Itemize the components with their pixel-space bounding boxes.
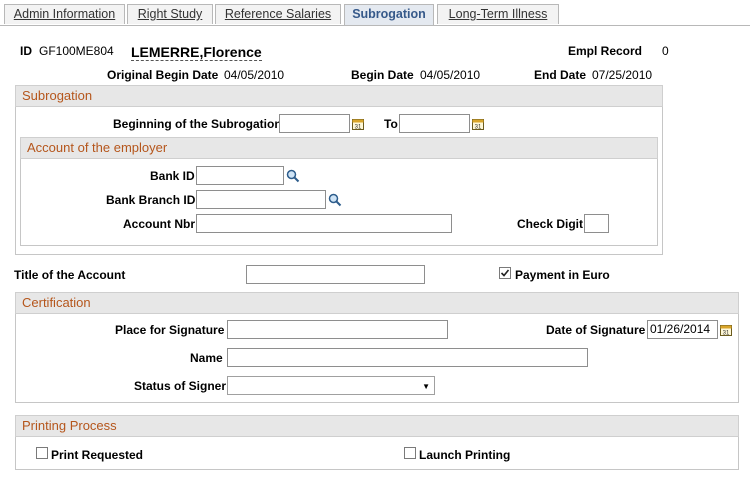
to-input[interactable] [399, 114, 470, 133]
launch-printing-label: Launch Printing [419, 448, 511, 462]
svg-text:31: 31 [355, 125, 362, 131]
place-signature-input[interactable] [227, 320, 448, 339]
lookup-magnifier-icon[interactable] [286, 169, 300, 183]
original-begin-date-label: Original Begin Date [107, 68, 219, 82]
employer-account-header: Account of the employer [20, 137, 658, 159]
status-signer-label: Status of Signer [134, 379, 227, 393]
check-digit-label: Check Digit [517, 217, 584, 231]
id-value: GF100ME804 [39, 44, 114, 58]
beginning-subrogation-input[interactable] [279, 114, 350, 133]
tab-subrogation[interactable]: Subrogation [344, 4, 434, 26]
subrogation-header: Subrogation [15, 85, 663, 107]
certification-header: Certification [15, 292, 739, 314]
dropdown-arrow-icon: ▼ [422, 382, 430, 391]
calendar-icon[interactable]: 31 [352, 118, 364, 130]
original-begin-date-value: 04/05/2010 [224, 68, 285, 82]
account-nbr-input[interactable] [196, 214, 452, 233]
tab-right-study[interactable]: Right Study [127, 4, 213, 24]
tab-label: Long-Term Illness [448, 7, 548, 21]
tab-divider [0, 25, 750, 26]
id-label: ID [20, 44, 32, 58]
beginning-subrogation-label: Beginning of the Subrogation [113, 117, 282, 131]
tab-label: Admin Information [13, 7, 116, 21]
end-date-value: 07/25/2010 [592, 68, 653, 82]
payment-euro-checkbox[interactable] [499, 267, 511, 279]
name-input[interactable] [227, 348, 588, 367]
empl-record-value: 0 [662, 44, 669, 58]
bank-branch-label: Bank Branch ID [106, 193, 196, 207]
bank-id-label: Bank ID [150, 169, 195, 183]
tab-reference-salaries[interactable]: Reference Salaries [215, 4, 341, 24]
status-signer-select[interactable]: ▼ [227, 376, 435, 395]
place-signature-label: Place for Signature [115, 323, 225, 337]
bank-id-input[interactable] [196, 166, 284, 185]
lookup-magnifier-icon[interactable] [328, 193, 342, 207]
print-requested-checkbox[interactable] [36, 447, 48, 459]
empl-record-label: Empl Record [568, 44, 643, 58]
date-signature-input[interactable]: 01/26/2014 [647, 320, 718, 339]
svg-text:31: 31 [475, 125, 482, 131]
printing-header: Printing Process [15, 415, 739, 437]
begin-date-value: 04/05/2010 [420, 68, 481, 82]
bank-branch-input[interactable] [196, 190, 326, 209]
calendar-icon[interactable]: 31 [472, 118, 484, 130]
tab-label: Right Study [137, 7, 203, 21]
account-nbr-label: Account Nbr [123, 217, 195, 231]
name-label: Name [190, 351, 223, 365]
check-digit-input[interactable] [584, 214, 609, 233]
print-requested-label: Print Requested [51, 448, 144, 462]
account-title-input[interactable] [246, 265, 425, 284]
end-date-label: End Date [534, 68, 587, 82]
employee-name[interactable]: LEMERRE,Florence [131, 44, 262, 61]
calendar-icon[interactable]: 31 [720, 324, 732, 336]
launch-printing-checkbox[interactable] [404, 447, 416, 459]
tab-admin-information[interactable]: Admin Information [4, 4, 125, 24]
to-label: To [384, 117, 398, 131]
tab-label: Subrogation [352, 7, 426, 21]
tab-label: Reference Salaries [224, 7, 332, 21]
payment-euro-label: Payment in Euro [515, 268, 610, 282]
date-signature-label: Date of Signature [546, 323, 646, 337]
begin-date-label: Begin Date [351, 68, 414, 82]
tab-long-term-illness[interactable]: Long-Term Illness [437, 4, 559, 24]
account-title-label: Title of the Account [14, 268, 126, 282]
svg-text:31: 31 [723, 331, 730, 337]
